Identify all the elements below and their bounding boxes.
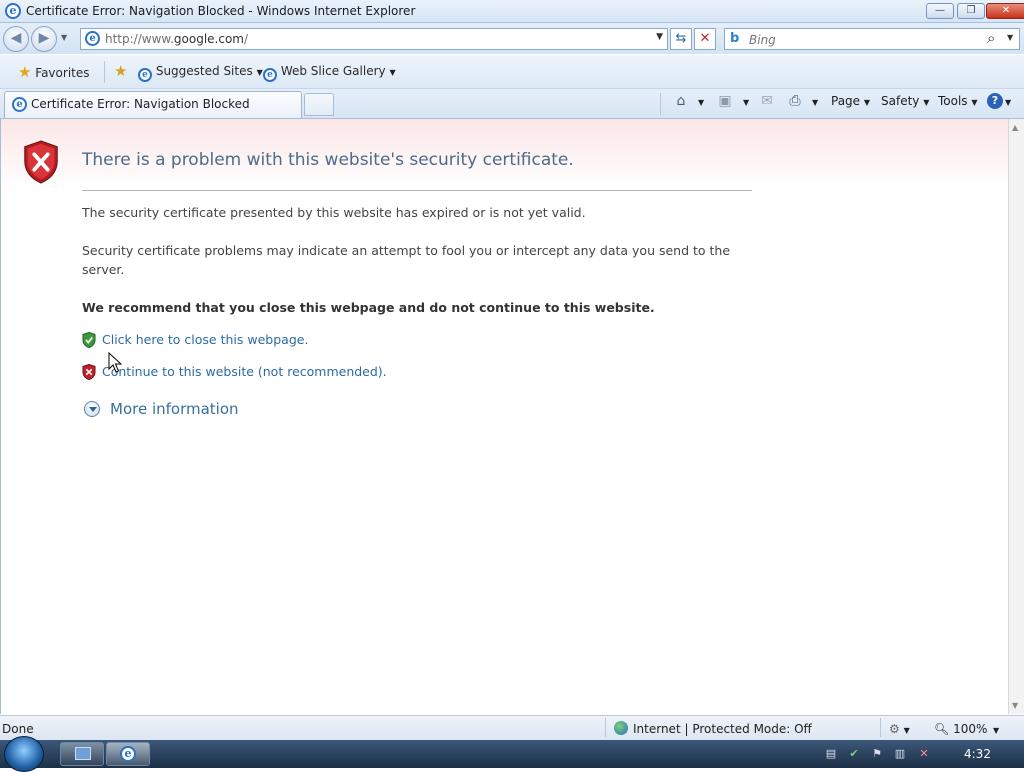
search-box[interactable]: b ⌕ ▼ — [724, 28, 1020, 50]
tab-certificate-error[interactable]: e Certificate Error: Navigation Blocked — [4, 91, 302, 118]
red-shield-icon — [82, 364, 96, 380]
tab-label: Certificate Error: Navigation Blocked — [31, 97, 250, 111]
address-bar[interactable]: e http://www.google.com/ ▼ — [80, 28, 668, 50]
navigation-bar: ◀ ▶ ▼ e http://www.google.com/ ▼ ⇆ ✕ b ⌕… — [0, 23, 1024, 54]
page-menu[interactable]: Page ▼ — [831, 94, 870, 108]
back-button[interactable]: ◀ — [3, 26, 29, 52]
read-mail-icon[interactable]: ✉ — [758, 92, 776, 110]
desktop-icon — [75, 747, 91, 760]
stop-button[interactable]: ✕ — [694, 28, 716, 50]
ie-logo-icon: e — [5, 3, 21, 19]
close-webpage-link[interactable]: Click here to close this webpage. — [102, 332, 308, 347]
status-text: Done — [2, 722, 34, 736]
recommendation-text: We recommend that you close this webpage… — [82, 300, 655, 315]
search-icon[interactable]: ⌕ — [987, 29, 995, 47]
chevron-down-icon: ▼ — [923, 98, 930, 107]
security-zone-text[interactable]: Internet | Protected Mode: Off — [633, 722, 812, 736]
minimize-button[interactable]: — — [926, 3, 954, 19]
chevron-down-icon: ▼ — [389, 68, 396, 77]
home-dropdown-icon[interactable]: ▼ — [698, 98, 704, 107]
suggested-sites-link[interactable]: e Suggested Sites ▼ — [138, 64, 263, 82]
feeds-icon[interactable]: ▣ — [716, 92, 734, 110]
forward-button[interactable]: ▶ — [31, 26, 57, 52]
tray-action-center-icon[interactable]: ▤ — [824, 747, 838, 761]
zoom-dropdown-icon[interactable]: ▼ — [993, 726, 999, 735]
address-dropdown-icon[interactable]: ▼ — [656, 32, 663, 42]
error-shield-icon — [24, 140, 58, 184]
show-desktop-button[interactable] — [60, 742, 104, 766]
refresh-button[interactable]: ⇆ — [670, 28, 692, 50]
tray-security-icon[interactable]: ✔ — [847, 747, 861, 761]
tray-network-icon[interactable]: ▥ — [893, 747, 907, 761]
ie-taskbar-icon: e — [120, 746, 136, 762]
start-button[interactable] — [4, 736, 44, 772]
error-heading: There is a problem with this website's s… — [82, 150, 574, 170]
tray-volume-muted-icon[interactable]: ✕ — [917, 747, 931, 761]
feeds-dropdown-icon[interactable]: ▼ — [743, 98, 749, 107]
chevron-down-icon: ▼ — [256, 68, 263, 77]
scroll-down-icon[interactable]: ▼ — [1012, 701, 1018, 710]
ie-page-icon: e — [263, 68, 277, 82]
search-options-dropdown-icon[interactable]: ▼ — [1007, 33, 1013, 42]
taskbar: e ▤ ✔ ⚑ ▥ ✕ 4:32 — [0, 736, 1024, 772]
heading-divider — [82, 190, 752, 191]
safety-menu[interactable]: Safety ▼ — [881, 94, 929, 108]
scroll-up-icon[interactable]: ▲ — [1012, 123, 1018, 132]
page-icon: e — [85, 31, 100, 46]
separator — [104, 61, 105, 83]
more-information-link[interactable]: More information — [110, 400, 239, 418]
internet-zone-icon — [614, 721, 628, 735]
separator — [605, 718, 606, 737]
web-slice-gallery-link[interactable]: e Web Slice Gallery ▼ — [263, 64, 396, 82]
new-tab-button[interactable] — [304, 93, 334, 116]
error-description: The security certificate presented by th… — [82, 205, 586, 220]
continue-to-website-link[interactable]: Continue to this website (not recommende… — [102, 364, 387, 379]
green-shield-icon — [82, 332, 96, 348]
command-bar: e Certificate Error: Navigation Blocked … — [0, 89, 1024, 119]
search-input[interactable] — [747, 31, 981, 49]
print-dropdown-icon[interactable]: ▼ — [812, 98, 818, 107]
recent-pages-dropdown-icon[interactable]: ▼ — [61, 33, 67, 42]
help-dropdown-icon[interactable]: ▼ — [1005, 98, 1011, 107]
ie-tab-icon: e — [12, 97, 27, 112]
tools-menu[interactable]: Tools ▼ — [938, 94, 978, 108]
expand-more-info-icon[interactable] — [84, 401, 100, 417]
chevron-down-icon: ▼ — [971, 98, 978, 107]
tray-flag-icon[interactable]: ⚑ — [870, 747, 884, 761]
separator — [660, 93, 661, 115]
bing-icon: b — [730, 31, 740, 46]
separator — [880, 718, 881, 737]
window-title: Certificate Error: Navigation Blocked - … — [26, 4, 416, 18]
close-window-button[interactable]: ✕ — [986, 3, 1024, 19]
mouse-cursor-icon — [108, 352, 122, 373]
status-bar: Done Internet | Protected Mode: Off ⚙ ▼ … — [0, 715, 1024, 740]
pop-up-blocker-icon[interactable]: ⚙ ▼ — [889, 722, 910, 736]
restore-button[interactable]: ❐ — [957, 3, 985, 19]
zoom-control[interactable]: 🔍︎ 100% — [934, 722, 987, 736]
ie-page-icon: e — [138, 68, 152, 82]
chevron-down-icon: ▼ — [863, 98, 871, 107]
help-icon[interactable]: ? — [987, 93, 1003, 109]
favorites-button[interactable]: ★ Favorites — [18, 63, 90, 81]
print-icon[interactable]: ⎙ — [786, 92, 804, 110]
clock[interactable]: 4:32 — [964, 747, 991, 761]
security-warning-text: Security certificate problems may indica… — [82, 243, 731, 277]
title-bar: e Certificate Error: Navigation Blocked … — [0, 0, 1024, 23]
vertical-scrollbar[interactable]: ▲ ▼ — [1008, 119, 1024, 714]
add-to-favorites-bar-icon[interactable]: ★ — [114, 62, 127, 80]
address-url[interactable]: http://www.google.com/ — [105, 32, 248, 46]
star-icon: ★ — [18, 63, 32, 81]
home-icon[interactable]: ⌂ — [672, 92, 690, 110]
favorites-bar: ★ Favorites ★ e Suggested Sites ▼ e Web … — [0, 55, 1024, 89]
taskbar-internet-explorer[interactable]: e — [106, 742, 150, 766]
